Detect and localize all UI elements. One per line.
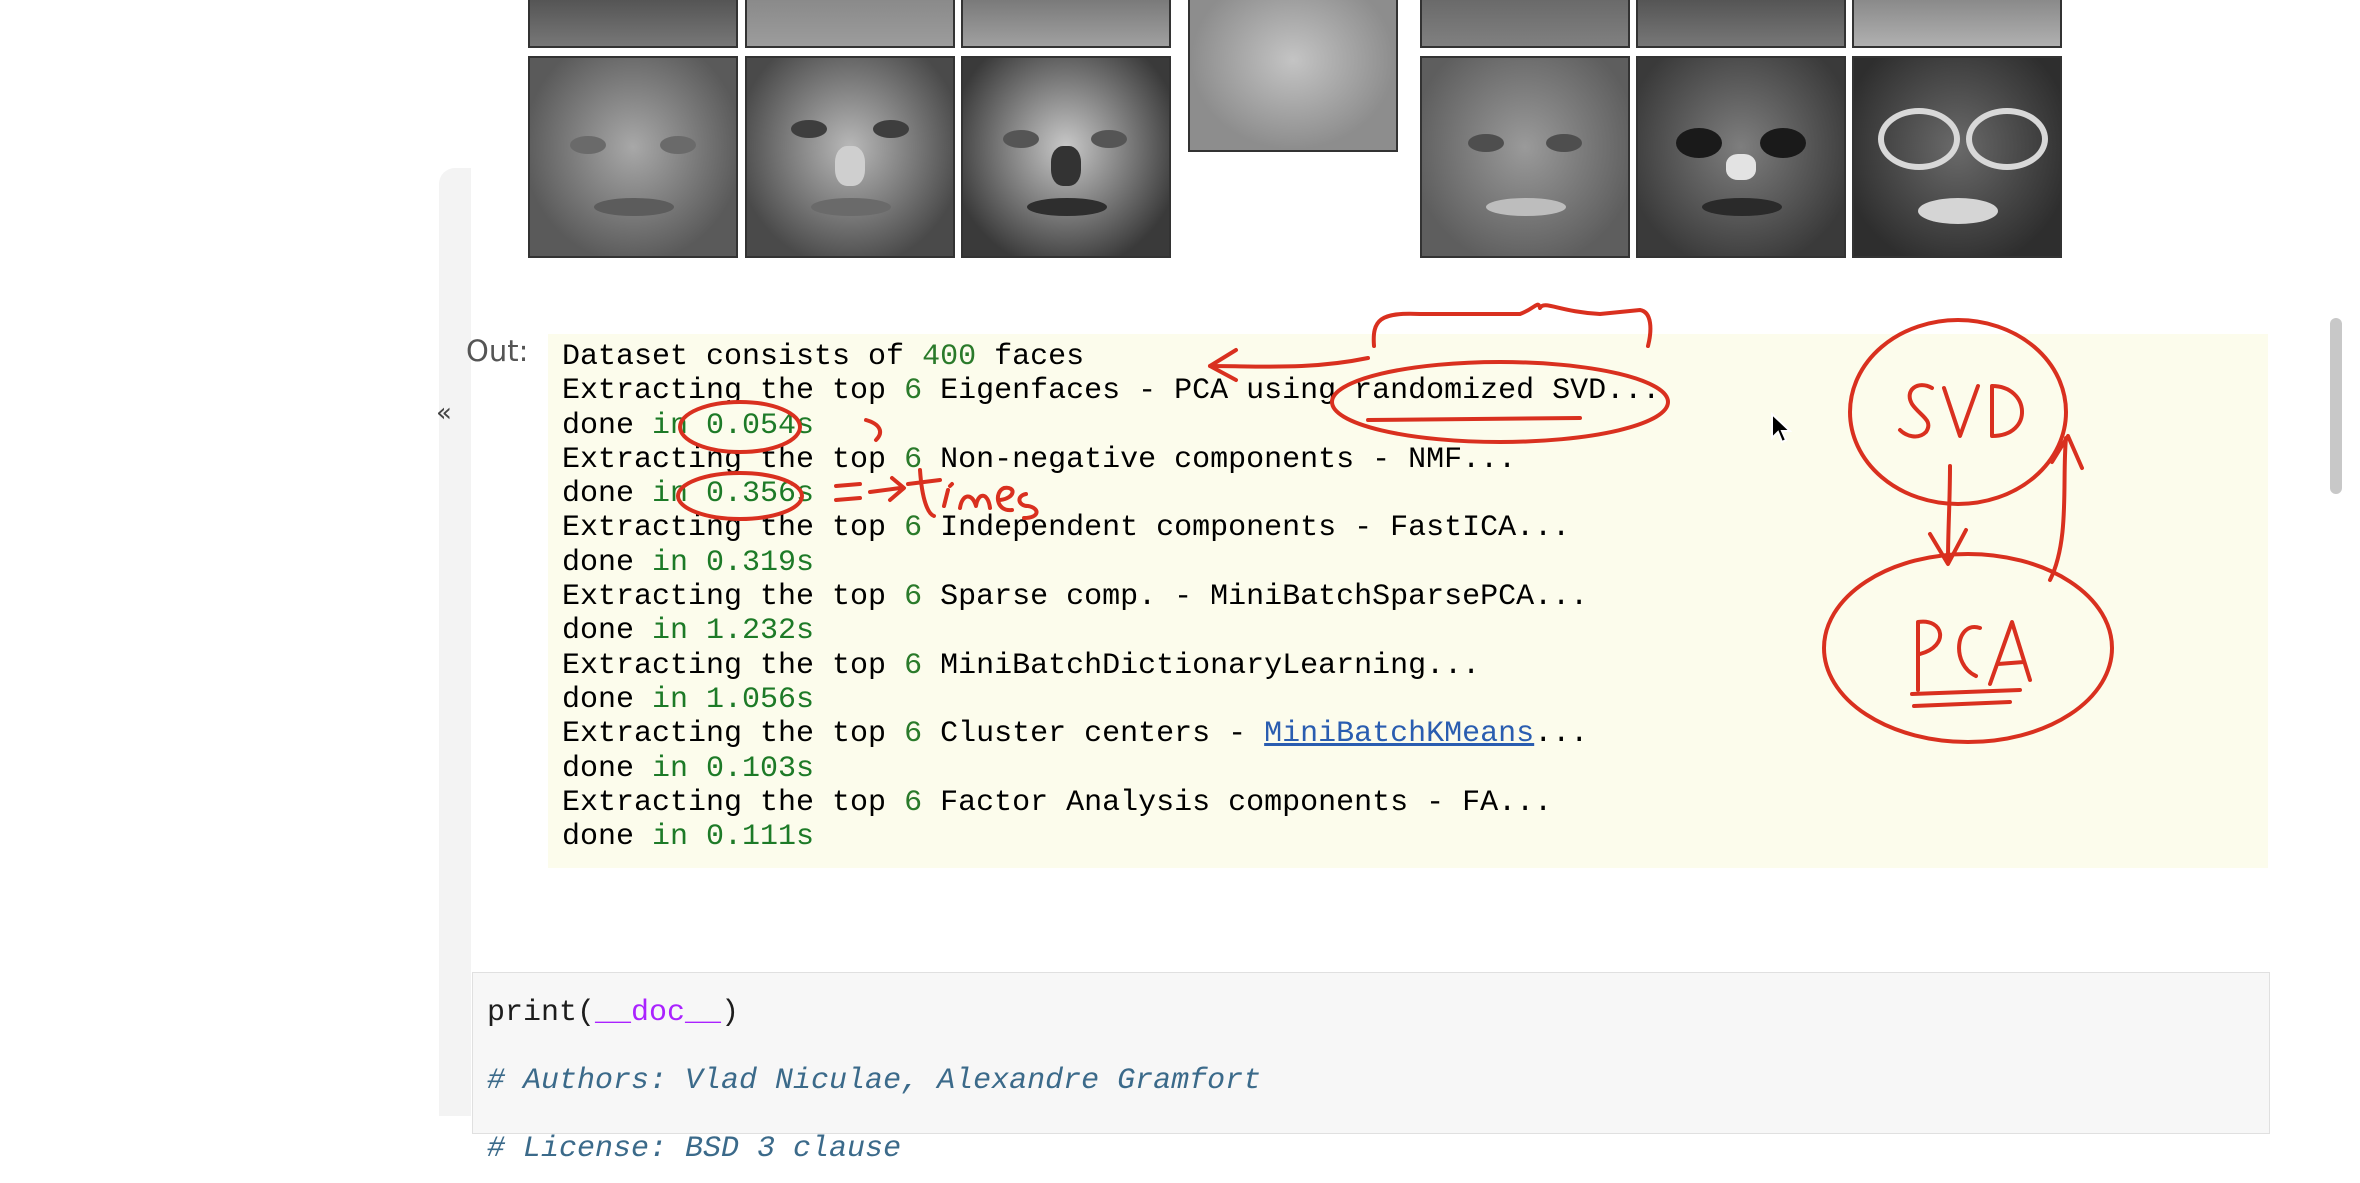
output-line: Extracting the top 6 Sparse comp. - Mini…	[562, 580, 1589, 615]
output-line: Dataset consists of 400 faces	[562, 340, 1085, 374]
face-mouth	[1486, 198, 1566, 216]
face-mouth	[1027, 198, 1107, 216]
face-image	[528, 0, 738, 48]
output-line: done in 0.319s	[562, 545, 815, 580]
face-mouth	[594, 198, 674, 216]
face-mouth	[811, 198, 891, 216]
face-image	[1636, 0, 1846, 48]
output-line: done in 0.111s	[562, 820, 815, 855]
face-image	[961, 0, 1171, 48]
output-line: done in 0.103s	[562, 751, 815, 786]
mouse-cursor-icon	[1771, 412, 1792, 444]
face-eye	[570, 136, 606, 154]
code-comment: # License: BSD 3 clause	[487, 1132, 902, 1166]
face-eye	[1091, 130, 1127, 148]
face-eye	[660, 136, 696, 154]
output-prompt: Out:	[466, 334, 529, 368]
face-image	[1420, 0, 1630, 48]
cell-prompt-strip[interactable]	[439, 168, 471, 1116]
minibatchkmeans-link[interactable]: MiniBatchKMeans	[1264, 717, 1534, 751]
left-gutter	[0, 0, 440, 1116]
face-image	[1852, 0, 2062, 48]
face-image	[1188, 0, 1398, 152]
output-area: Dataset consists of 400 faces Extracting…	[548, 334, 2268, 868]
face-image	[745, 56, 955, 258]
face-image	[961, 56, 1171, 258]
output-line: Extracting the top 6 Independent compone…	[562, 511, 1571, 546]
face-mouth	[1918, 198, 1998, 224]
output-line: Extracting the top 6 Cluster centers - M…	[562, 717, 1589, 752]
output-line: done in 1.232s	[562, 614, 815, 649]
face-image	[1420, 56, 1630, 258]
code-text[interactable]: print(__doc__) # Authors: Vlad Niculae, …	[487, 979, 1261, 1183]
code-line: print(__doc__)	[487, 996, 740, 1030]
scrollbar-thumb[interactable]	[2330, 318, 2342, 494]
face-eye	[873, 120, 909, 138]
output-line: done in 0.356s	[562, 477, 815, 512]
collapse-output-button[interactable]: «	[436, 398, 452, 428]
code-comment: # Authors: Vlad Niculae, Alexandre Gramf…	[487, 1064, 1262, 1098]
code-cell[interactable]: print(__doc__) # Authors: Vlad Niculae, …	[472, 972, 2270, 1166]
face-image	[1852, 56, 2062, 258]
face-eye	[791, 120, 827, 138]
output-line: done in 0.054s	[562, 408, 815, 443]
face-image	[528, 56, 738, 258]
output-line: Extracting the top 6 Factor Analysis com…	[562, 785, 1553, 820]
output-text: Dataset consists of 400 faces Extracting…	[562, 340, 1660, 854]
face-nose	[1051, 146, 1081, 186]
output-line: Extracting the top 6 Eigenfaces - PCA us…	[562, 374, 1661, 409]
face-nose	[1726, 154, 1756, 180]
output-line: done in 1.056s	[562, 682, 815, 717]
output-line: Extracting the top 6 MiniBatchDictionary…	[562, 648, 1481, 683]
face-eye	[1760, 128, 1806, 158]
face-eye	[1546, 134, 1582, 152]
face-eye	[1966, 108, 2048, 170]
face-nose	[835, 146, 865, 186]
face-eye	[1676, 128, 1722, 158]
output-line: Extracting the top 6 Non-negative compon…	[562, 442, 1517, 477]
face-image	[1636, 56, 1846, 258]
face-eye	[1003, 130, 1039, 148]
face-image	[745, 0, 955, 48]
face-eye	[1878, 108, 1960, 170]
face-eye	[1468, 134, 1504, 152]
face-mouth	[1702, 198, 1782, 216]
